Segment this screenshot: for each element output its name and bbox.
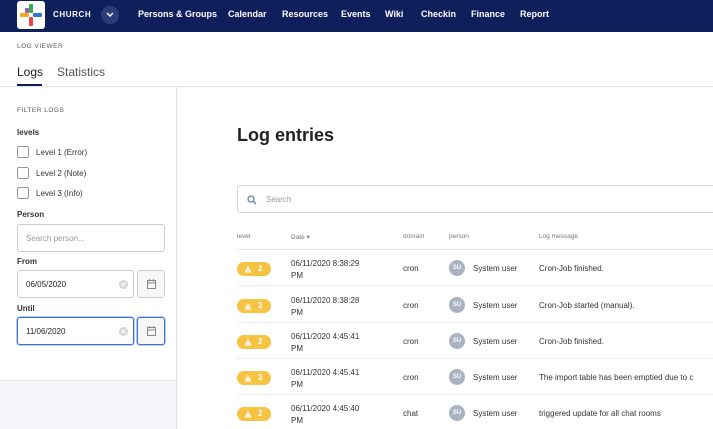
warning-icon bbox=[244, 410, 252, 418]
nav-checkin[interactable]: Checkin bbox=[421, 9, 456, 19]
levels-label: levels bbox=[17, 128, 40, 137]
log-date: 06/11/2020 4:45:40 PM bbox=[291, 404, 360, 425]
avatar: SU bbox=[449, 297, 465, 313]
from-date-input[interactable]: 06/05/2020 bbox=[17, 270, 134, 298]
level-2-label: Level 2 (Note) bbox=[36, 169, 87, 178]
level-badge: 2 bbox=[237, 335, 271, 349]
log-message: Cron-Job finished. bbox=[539, 264, 604, 273]
log-date: 06/11/2020 4:45:41 PM bbox=[291, 332, 360, 353]
column-header-message[interactable]: Log message bbox=[539, 233, 578, 240]
log-domain: cron bbox=[403, 264, 419, 273]
page-title: Log entries bbox=[237, 125, 335, 145]
from-calendar-button[interactable] bbox=[137, 270, 165, 298]
log-search-input[interactable]: Search bbox=[237, 185, 713, 213]
log-message: Cron-Job finished. bbox=[539, 337, 604, 346]
warning-icon bbox=[244, 338, 252, 346]
nav-resources[interactable]: Resources bbox=[282, 9, 328, 19]
level-badge: 2 bbox=[237, 371, 271, 385]
log-date: 06/11/2020 4:45:41 PM bbox=[291, 368, 360, 389]
nav-report[interactable]: Report bbox=[520, 9, 549, 19]
nav-finance[interactable]: Finance bbox=[471, 9, 505, 19]
person-label: Person bbox=[17, 210, 45, 219]
log-person: System user bbox=[473, 409, 518, 418]
brand-name: CHURCH bbox=[53, 10, 92, 19]
chevron-down-icon bbox=[106, 12, 114, 17]
column-header-person[interactable]: person bbox=[449, 233, 469, 240]
warning-icon bbox=[244, 302, 252, 310]
person-search-input[interactable]: Search person... bbox=[17, 224, 165, 252]
table-row[interactable]: 2 06/11/2020 8:38:28 PM cron SU System u… bbox=[237, 287, 713, 323]
person-search-placeholder: Search person... bbox=[26, 234, 85, 243]
from-date-value: 06/05/2020 bbox=[26, 280, 67, 289]
log-message: Cron-Job started (manual). bbox=[539, 301, 635, 310]
table-row[interactable]: 2 06/11/2020 4:45:40 PM chat SU System u… bbox=[237, 395, 713, 429]
warning-icon bbox=[244, 374, 252, 382]
sort-desc-icon: ▾ bbox=[306, 234, 310, 241]
until-label: Until bbox=[17, 304, 35, 313]
calendar-icon bbox=[147, 279, 156, 289]
log-message: triggered update for all chat rooms bbox=[539, 409, 661, 418]
level-1-checkbox[interactable] bbox=[17, 146, 29, 158]
column-header-date-label: Date bbox=[291, 234, 305, 241]
nav-wiki[interactable]: Wiki bbox=[385, 9, 403, 19]
clear-from-icon[interactable] bbox=[119, 280, 128, 289]
level-3-checkbox[interactable] bbox=[17, 187, 29, 199]
level-badge: 2 bbox=[237, 299, 271, 313]
log-search-placeholder: Search bbox=[266, 195, 292, 204]
log-domain: chat bbox=[403, 409, 419, 418]
log-person: System user bbox=[473, 301, 518, 310]
from-label: From bbox=[17, 257, 37, 266]
tab-statistics[interactable]: Statistics bbox=[57, 65, 105, 79]
log-domain: cron bbox=[403, 301, 419, 310]
brand-menu-toggle[interactable] bbox=[101, 6, 119, 24]
level-2-checkbox[interactable] bbox=[17, 167, 29, 179]
nav-persons-groups[interactable]: Persons & Groups bbox=[138, 9, 217, 19]
level-badge: 2 bbox=[237, 262, 271, 276]
table-row[interactable]: 2 06/11/2020 8:38:29 PM cron SU System u… bbox=[237, 250, 713, 286]
log-domain: cron bbox=[403, 337, 419, 346]
until-calendar-button[interactable] bbox=[137, 317, 165, 345]
level-1-label: Level 1 (Error) bbox=[36, 148, 88, 157]
table-row[interactable]: 2 06/11/2020 4:45:41 PM cron SU System u… bbox=[237, 359, 713, 395]
search-icon bbox=[247, 195, 257, 205]
column-header-level[interactable]: level bbox=[237, 233, 250, 240]
nav-calendar[interactable]: Calendar bbox=[228, 9, 267, 19]
nav-events[interactable]: Events bbox=[341, 9, 371, 19]
column-header-date[interactable]: Date ▾ bbox=[291, 233, 310, 241]
tab-logs[interactable]: Logs bbox=[17, 65, 43, 79]
top-nav-bar: CHURCH Persons & Groups Calendar Resourc… bbox=[0, 0, 713, 32]
table-row[interactable]: 2 06/11/2020 4:45:41 PM cron SU System u… bbox=[237, 323, 713, 359]
log-person: System user bbox=[473, 264, 518, 273]
log-person: System user bbox=[473, 373, 518, 382]
avatar: SU bbox=[449, 333, 465, 349]
level-badge: 2 bbox=[237, 407, 271, 421]
warning-icon bbox=[244, 265, 252, 273]
log-date: 06/11/2020 8:38:29 PM bbox=[291, 259, 360, 280]
log-message: The import table has been emptied due to… bbox=[539, 373, 694, 382]
log-date: 06/11/2020 8:38:28 PM bbox=[291, 296, 360, 317]
column-header-domain[interactable]: domain bbox=[403, 233, 424, 240]
log-person: System user bbox=[473, 337, 518, 346]
filter-title: FILTER LOGS bbox=[17, 107, 65, 114]
avatar: SU bbox=[449, 260, 465, 276]
avatar: SU bbox=[449, 369, 465, 385]
church-logo-icon[interactable] bbox=[17, 1, 45, 29]
page-eyebrow: LOG VIEWER bbox=[17, 43, 64, 50]
sidebar-footer bbox=[0, 380, 177, 429]
log-domain: cron bbox=[403, 373, 419, 382]
until-date-value: 11/06/2020 bbox=[26, 327, 66, 336]
calendar-icon bbox=[147, 326, 156, 336]
avatar: SU bbox=[449, 405, 465, 421]
until-date-input[interactable]: 11/06/2020 bbox=[17, 317, 134, 345]
clear-until-icon[interactable] bbox=[119, 327, 128, 336]
level-3-label: Level 3 (Info) bbox=[36, 189, 83, 198]
